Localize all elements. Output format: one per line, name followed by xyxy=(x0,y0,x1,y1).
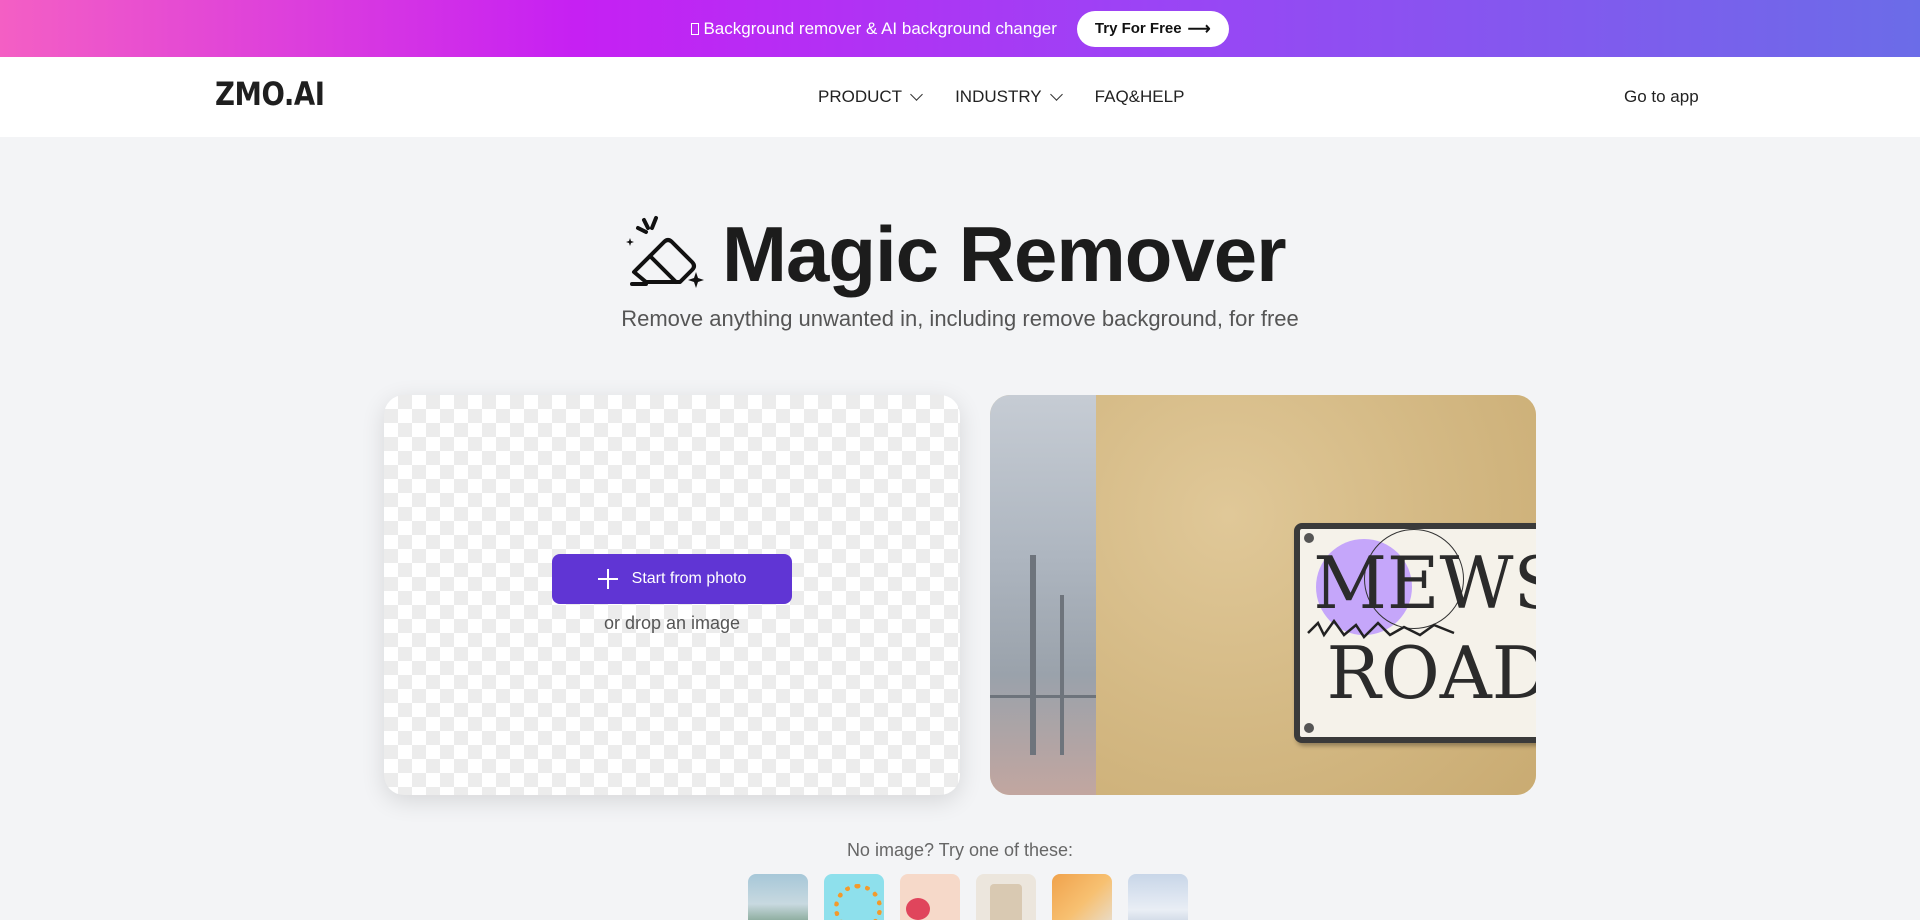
promo-label: Background remover & AI background chang… xyxy=(703,18,1057,38)
promo-text: Background remover & AI background chang… xyxy=(691,18,1057,39)
top-nav: ZMO.AI PRODUCT INDUSTRY FAQ&HELP Go to a… xyxy=(0,57,1920,137)
sample-thumbnail[interactable] xyxy=(900,874,960,920)
nav-item-label: FAQ&HELP xyxy=(1094,87,1185,106)
nav-item-label: PRODUCT xyxy=(818,87,903,106)
street-sign: MEWS ROAD xyxy=(1294,523,1536,743)
page-title: Magic Remover xyxy=(722,210,1287,298)
demo-image: MEWS ROAD xyxy=(990,395,1536,795)
logo[interactable]: ZMO.AI xyxy=(215,75,325,113)
samples-label: No image? Try one of these: xyxy=(846,840,1074,860)
try-for-free-button[interactable]: Try For Free ⟶ xyxy=(1076,10,1229,47)
promo-banner: Background remover & AI background chang… xyxy=(0,0,1920,57)
nav-item-industry[interactable]: INDUSTRY xyxy=(955,87,1063,107)
nav-item-product[interactable]: PRODUCT xyxy=(818,87,923,107)
sample-thumbnail[interactable] xyxy=(748,874,808,920)
start-from-photo-button[interactable]: Start from photo xyxy=(552,554,792,604)
arrow-right-icon: ⟶ xyxy=(1187,20,1211,38)
demo-wall: MEWS ROAD xyxy=(1096,395,1536,795)
nav-item-label: INDUSTRY xyxy=(955,87,1042,106)
try-for-free-label: Try For Free xyxy=(1094,20,1182,37)
drop-hint: or drop an image xyxy=(603,613,741,633)
go-to-app-link[interactable]: Go to app xyxy=(1624,87,1699,107)
hero-heading: Magic Remover xyxy=(620,210,1287,298)
upload-dropzone[interactable]: Start from photo or drop an image xyxy=(384,395,960,795)
chevron-down-icon xyxy=(910,87,923,101)
nav-menu: PRODUCT INDUSTRY FAQ&HELP xyxy=(818,87,1184,107)
demo-street-background xyxy=(990,395,1096,795)
page-subtitle: Remove anything unwanted in, including r… xyxy=(621,306,1299,331)
missing-glyph-icon xyxy=(691,22,700,35)
chevron-down-icon xyxy=(1049,87,1063,101)
sample-thumbnail[interactable] xyxy=(824,874,884,920)
nav-item-faq-help[interactable]: FAQ&HELP xyxy=(1095,87,1185,107)
sample-thumbnail[interactable] xyxy=(1052,874,1112,920)
sample-thumbnail[interactable] xyxy=(976,874,1036,920)
sign-line-2: ROAD xyxy=(1326,631,1536,715)
start-from-photo-label: Start from photo xyxy=(631,570,747,587)
sample-thumbnail[interactable] xyxy=(1128,874,1188,920)
sign-line-1: MEWS xyxy=(1313,541,1536,625)
eraser-sparkle-icon xyxy=(626,216,704,288)
plus-icon xyxy=(597,569,618,589)
sample-thumbnails xyxy=(748,874,1188,920)
